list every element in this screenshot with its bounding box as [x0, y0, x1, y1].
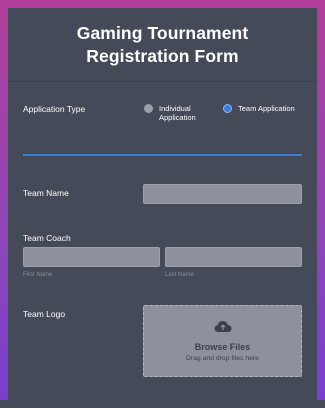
team-name-input[interactable] — [143, 184, 302, 204]
radio-team-application[interactable]: Team Application — [223, 104, 295, 113]
coach-last-name-input[interactable] — [165, 247, 302, 267]
application-type-label: Application Type — [23, 104, 86, 114]
radio-circle-team[interactable] — [223, 104, 232, 113]
browse-files-title: Browse Files — [194, 342, 251, 352]
team-logo-label: Team Logo — [23, 309, 66, 319]
team-name-label: Team Name — [23, 188, 69, 198]
form-panel: Gaming Tournament Registration Form Appl… — [8, 8, 317, 408]
last-name-sublabel: Last Name — [165, 272, 195, 278]
radio-label-team: Team Application — [238, 104, 295, 113]
first-name-sublabel: First Name — [23, 272, 53, 278]
radio-individual-application[interactable]: Individual Application — [144, 104, 211, 122]
form-header: Gaming Tournament Registration Form — [8, 8, 317, 82]
radio-circle-individual[interactable] — [144, 104, 153, 113]
file-upload-dropzone[interactable]: Browse Files Drag and drop files here — [143, 305, 302, 377]
team-coach-label: Team Coach — [23, 233, 71, 243]
coach-first-name-input[interactable] — [23, 247, 160, 267]
form-title: Gaming Tournament Registration Form — [76, 22, 249, 66]
cloud-upload-icon — [214, 320, 232, 338]
radio-label-individual: Individual Application — [159, 104, 196, 122]
drag-drop-hint: Drag and drop files here — [186, 355, 259, 362]
section-divider — [23, 154, 302, 156]
